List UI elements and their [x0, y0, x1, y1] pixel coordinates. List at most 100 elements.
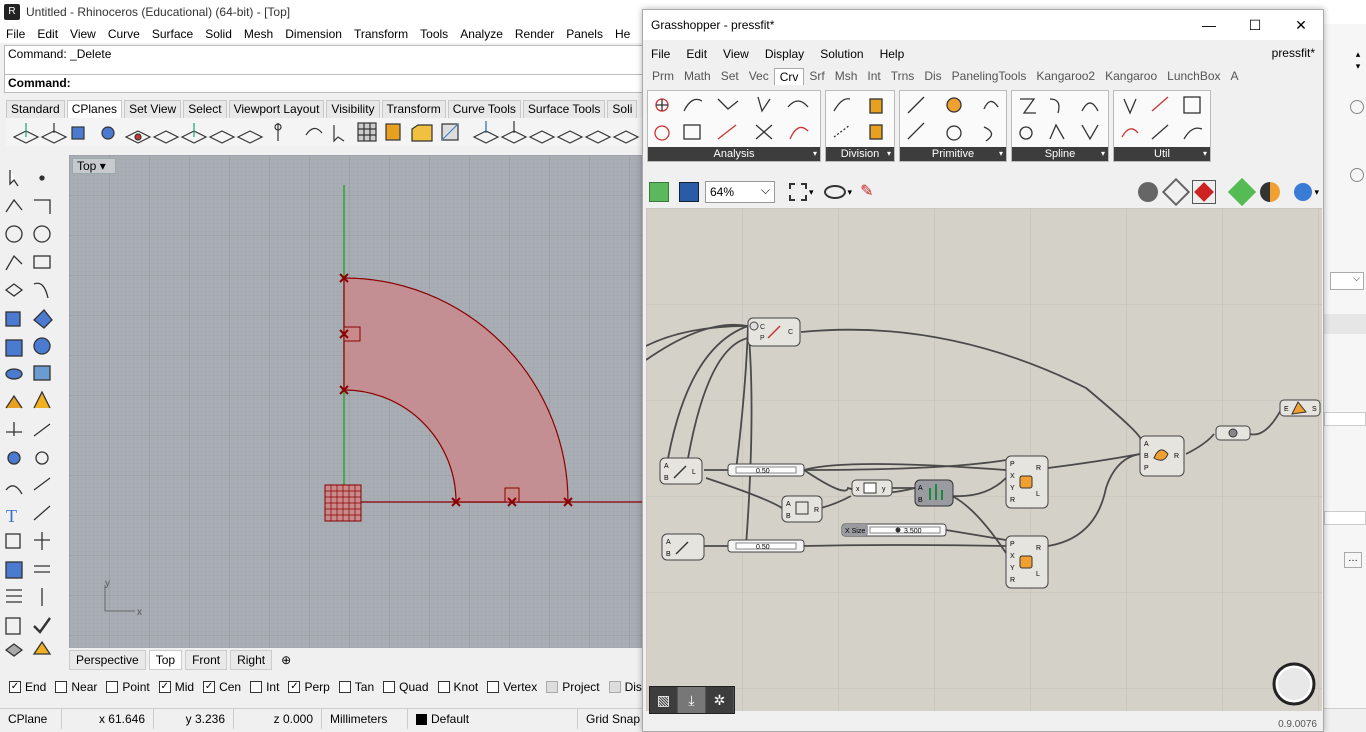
tab-visibility[interactable]: Visibility — [326, 100, 380, 118]
navigation-sphere-icon[interactable] — [1272, 662, 1316, 706]
group-expand-icon[interactable]: ▾ — [1203, 147, 1207, 161]
tab-curve-tools[interactable]: Curve Tools — [447, 100, 521, 118]
gh-menu-solution[interactable]: Solution — [812, 47, 871, 61]
status-units[interactable]: Millimeters — [322, 709, 408, 729]
menu-solid[interactable]: Solid — [199, 27, 238, 41]
zoom-extents-icon[interactable] — [789, 183, 807, 201]
osnap-tan-checkbox[interactable] — [338, 681, 351, 693]
menu-curve[interactable]: Curve — [102, 27, 146, 41]
osnap-knot[interactable]: Knot — [437, 680, 478, 694]
menu-tools[interactable]: Tools — [414, 27, 454, 41]
group-expand-icon[interactable]: ▾ — [1101, 147, 1105, 161]
gh-tab-vec[interactable]: Vec — [744, 68, 774, 84]
panel-more-button[interactable]: … — [1344, 552, 1362, 568]
viewport-title[interactable]: Top ▾ — [72, 158, 116, 174]
osnap-int[interactable]: Int — [250, 680, 279, 694]
gh-component-selected-node[interactable]: A B — [914, 479, 954, 507]
dropdown-arrow-icon[interactable]: ▾ — [848, 187, 853, 198]
gh-tab-kangaroo2[interactable]: Kangaroo2 — [1031, 68, 1100, 84]
scroll-arrows-icon[interactable]: ▴ ▾ — [1352, 48, 1364, 72]
gh-menu-edit[interactable]: Edit — [678, 47, 715, 61]
menu-surface[interactable]: Surface — [146, 27, 199, 41]
osnap-point[interactable]: Point — [106, 680, 150, 694]
notch-horizontal[interactable] — [504, 487, 520, 503]
osnap-vertex-checkbox[interactable] — [487, 681, 500, 693]
gh-menu-display[interactable]: Display — [757, 47, 812, 61]
osnap-project[interactable]: Project — [546, 680, 600, 694]
add-viewport-tab-icon[interactable]: ⊕ — [275, 651, 297, 669]
gh-document-name[interactable]: pressfit* — [1272, 46, 1315, 60]
viewport-tab-front[interactable]: Front — [185, 650, 228, 670]
gh-component-curve-node[interactable]: C P C — [747, 317, 801, 347]
display-toggle-icon[interactable]: ▧ — [650, 687, 678, 713]
viewport-tab-right[interactable]: Right — [230, 650, 273, 670]
menu-render[interactable]: Render — [509, 27, 560, 41]
gh-component-relay-node[interactable] — [1215, 425, 1251, 441]
menu-analyze[interactable]: Analyze — [454, 27, 509, 41]
osnap-near-checkbox[interactable] — [55, 681, 68, 693]
gh-component-line-node[interactable]: A B — [661, 533, 705, 561]
gh-component-line-node[interactable]: A B L — [659, 457, 703, 485]
gh-tab-more[interactable]: A — [1226, 68, 1244, 84]
x-size-slider[interactable]: X Size 3.500 — [841, 523, 947, 537]
osnap-vertex[interactable]: Vertex — [487, 680, 537, 694]
minimize-icon[interactable]: — — [1199, 16, 1219, 34]
gh-tab-prm[interactable]: Prm — [647, 68, 679, 84]
preview-selected-icon[interactable] — [1192, 180, 1217, 204]
maximize-icon[interactable]: ☐ — [1245, 16, 1265, 34]
gh-canvas[interactable]: C P C A B L 0.50 A B 0.50 A B R x y A B … — [646, 208, 1322, 711]
osnap-near[interactable]: Near — [55, 680, 97, 694]
tab-select[interactable]: Select — [183, 100, 227, 118]
preview-eye-icon[interactable] — [823, 185, 846, 199]
tab-solid-tools[interactable]: Soli — [607, 100, 638, 118]
gh-tab-panelingtools[interactable]: PanelingTools — [947, 68, 1032, 84]
osnap-disable-checkbox[interactable] — [608, 681, 621, 693]
osnap-mid[interactable]: ✓ Mid — [158, 680, 194, 694]
gh-component-rectangle-node-2[interactable]: P X Y R R L — [1005, 535, 1049, 589]
settings-gear-icon[interactable]: ✲ — [706, 687, 734, 713]
division-component-icons[interactable] — [826, 91, 894, 147]
gh-tab-trns[interactable]: Trns — [886, 68, 920, 84]
menu-edit[interactable]: Edit — [31, 27, 64, 41]
gh-tab-int[interactable]: Int — [862, 68, 885, 84]
top-viewport[interactable]: y x — [69, 155, 645, 648]
gh-tab-msh[interactable]: Msh — [830, 68, 863, 84]
gh-menu-view[interactable]: View — [715, 47, 757, 61]
util-component-icons[interactable] — [1114, 91, 1210, 147]
preview-wire-icon[interactable] — [1138, 182, 1159, 202]
primitive-component-icons[interactable] — [900, 91, 1006, 147]
gh-component-division-node[interactable]: A B R — [781, 495, 823, 523]
tab-standard[interactable]: Standard — [6, 100, 65, 118]
dropdown-arrow-icon[interactable]: ▾ — [1314, 187, 1319, 198]
panel-field[interactable] — [1324, 412, 1366, 426]
gh-menu-help[interactable]: Help — [872, 47, 913, 61]
osnap-perp-checkbox[interactable]: ✓ — [288, 681, 301, 693]
number-slider-2[interactable]: 0.50 — [727, 539, 805, 553]
status-layer[interactable]: Default — [408, 709, 578, 729]
save-file-icon[interactable] — [679, 182, 699, 202]
status-cplane[interactable]: CPlane — [0, 709, 62, 729]
group-expand-icon[interactable]: ▾ — [813, 147, 817, 161]
notch-vertical[interactable] — [343, 326, 361, 342]
gh-tab-srf[interactable]: Srf — [804, 68, 829, 84]
gh-tab-dis[interactable]: Dis — [919, 68, 946, 84]
gh-component-expression-node[interactable]: x y — [851, 479, 893, 497]
menu-dimension[interactable]: Dimension — [279, 27, 348, 41]
left-toolbar-icons[interactable]: T — [0, 160, 62, 668]
group-expand-icon[interactable]: ▾ — [887, 147, 891, 161]
tab-transform[interactable]: Transform — [381, 100, 446, 118]
gh-tab-crv[interactable]: Crv — [773, 67, 805, 85]
gh-menu-file[interactable]: File — [643, 47, 678, 61]
viewport-tab-top[interactable]: Top — [148, 650, 183, 670]
gh-component-region-node[interactable]: A B P R — [1139, 435, 1185, 477]
osnap-project-checkbox[interactable] — [546, 681, 559, 693]
dropdown-arrow-icon[interactable]: ▾ — [809, 187, 814, 198]
viewport-dropdown-icon[interactable]: ▾ — [100, 159, 106, 173]
menu-view[interactable]: View — [64, 27, 102, 41]
osnap-mid-checkbox[interactable]: ✓ — [158, 681, 171, 693]
osnap-quad-checkbox[interactable] — [383, 681, 396, 693]
gh-component-bake-node[interactable]: E S — [1279, 399, 1321, 417]
analysis-component-icons[interactable] — [648, 91, 820, 147]
gh-definition-graph[interactable]: C P C A B L 0.50 A B 0.50 A B R x y A B … — [646, 208, 1322, 711]
settings-gear-icon[interactable] — [1350, 168, 1364, 182]
